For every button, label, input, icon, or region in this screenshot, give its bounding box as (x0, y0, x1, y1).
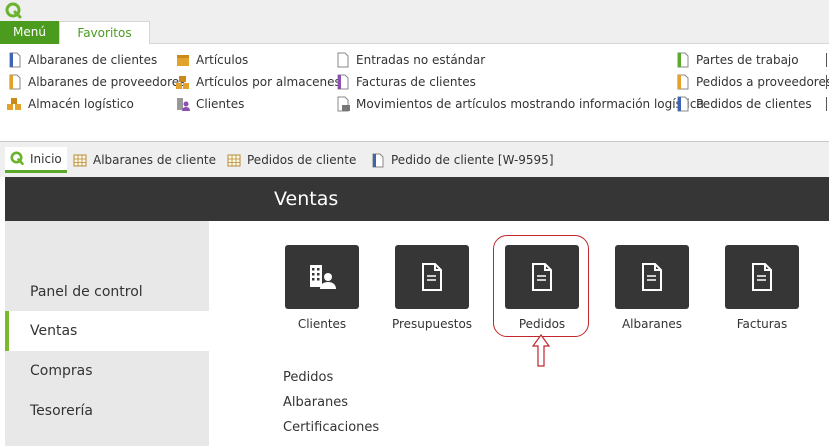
fav-clientes[interactable]: Clientes (176, 94, 244, 114)
document-orange-icon (9, 74, 21, 90)
document-blue-icon (372, 153, 384, 167)
fav-albaranes-proveedores[interactable]: Albaranes de proveedores (8, 72, 185, 92)
fav-articulos[interactable]: Artículos (176, 50, 248, 70)
fav-facturas-clientes[interactable]: Facturas de clientes (336, 72, 476, 92)
fav-partes-trabajo[interactable]: Partes de trabajo (676, 50, 799, 70)
warehouse-icon (7, 98, 21, 110)
document-blue-icon (9, 52, 21, 68)
tab-pedido-cliente-w9595[interactable]: Pedido de cliente [W-9595] (371, 147, 554, 173)
document-orange-icon (677, 74, 689, 90)
boxes-icon (176, 76, 189, 89)
ribbon-tabs: Menú Favoritos (0, 21, 829, 45)
document-blue-icon (677, 96, 689, 112)
separator (826, 97, 827, 111)
sidebar-item-tesoreria[interactable]: Tesorería (5, 391, 209, 431)
separator (826, 53, 827, 67)
clients-icon (177, 98, 190, 111)
arrow-up-icon (531, 334, 551, 367)
document-green-icon (677, 52, 689, 68)
document-purple-icon (337, 74, 349, 90)
tab-inicio[interactable]: Inicio (5, 147, 67, 173)
app-logo-icon (5, 2, 22, 19)
box-icon (177, 55, 189, 66)
document-icon (422, 263, 442, 291)
sidebar: Panel de control Ventas Compras Tesorerí… (5, 221, 209, 446)
title-bar (0, 0, 829, 21)
highlight-frame (493, 235, 589, 337)
grid-icon (227, 154, 241, 166)
fav-movimientos-articulos[interactable]: Movimientos de artículos mostrando infor… (336, 94, 704, 114)
sidebar-item-ventas[interactable]: Ventas (5, 311, 209, 351)
document-icon (642, 263, 662, 291)
sidebar-item-compras[interactable]: Compras (5, 351, 209, 391)
clients-building-icon (310, 265, 336, 289)
document-blank-icon (337, 52, 349, 68)
tile-clientes-button[interactable] (285, 245, 359, 309)
document-icon (752, 263, 772, 291)
fav-entradas-no-estandar[interactable]: Entradas no estándar (336, 50, 485, 70)
document-list-icon (337, 96, 350, 112)
tab-albaranes-cliente[interactable]: Albaranes de cliente (73, 147, 216, 173)
link-certificaciones[interactable]: Certificaciones (283, 420, 379, 435)
tile-presupuestos-button[interactable] (395, 245, 469, 309)
fav-almacen-logistico[interactable]: Almacén logístico (6, 94, 134, 114)
tile-albaranes-button[interactable] (615, 245, 689, 309)
tab-favoritos[interactable]: Favoritos (59, 21, 150, 45)
favorites-panel: Albaranes de clientes Albaranes de prove… (0, 44, 829, 142)
tile-presupuestos-label: Presupuestos (391, 317, 473, 331)
sidebar-item-panel-control[interactable]: Panel de control (5, 272, 209, 312)
fav-articulos-almacenes[interactable]: Artículos por almacenes (176, 72, 341, 92)
tile-clientes-label: Clientes (297, 317, 347, 331)
fav-albaranes-clientes[interactable]: Albaranes de clientes (8, 50, 157, 70)
app-logo-icon (10, 151, 24, 166)
link-albaranes[interactable]: Albaranes (283, 395, 348, 410)
tab-pedidos-cliente[interactable]: Pedidos de cliente (227, 147, 356, 173)
fav-pedidos-proveedores[interactable]: Pedidos a proveedores (676, 72, 829, 92)
tab-menu[interactable]: Menú (0, 21, 59, 44)
grid-icon (73, 154, 87, 166)
tile-facturas-button[interactable] (725, 245, 799, 309)
module-header: Ventas (5, 177, 829, 221)
page-title: Ventas (274, 188, 339, 210)
tile-facturas-label: Facturas (736, 317, 788, 331)
fav-pedidos-clientes[interactable]: Pedidos de clientes (676, 94, 812, 114)
document-tabs: Inicio Albaranes de cliente Pedidos de c… (0, 142, 829, 177)
link-pedidos[interactable]: Pedidos (283, 370, 333, 385)
tile-albaranes-label: Albaranes (621, 317, 683, 331)
separator (826, 75, 827, 89)
